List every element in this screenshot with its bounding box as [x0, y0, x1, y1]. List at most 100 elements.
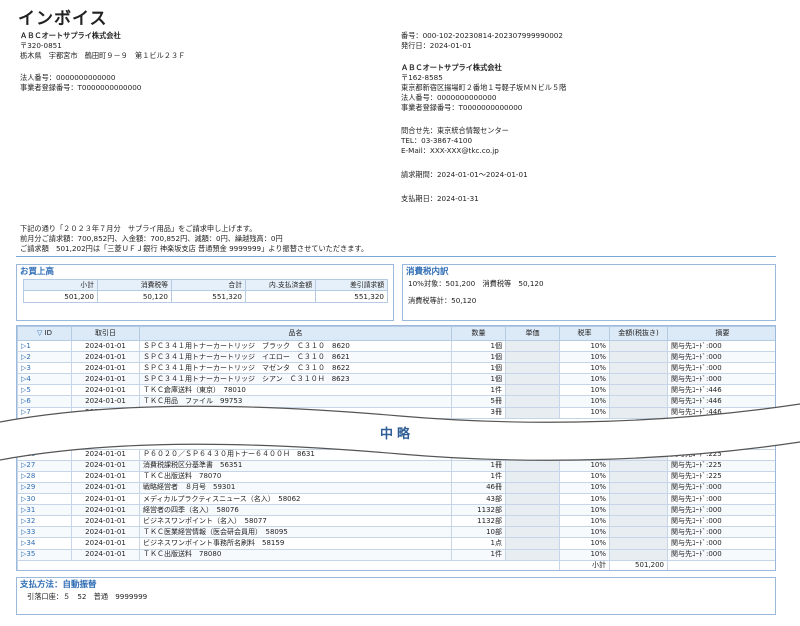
row-name: ＴＫＣ医業経営情報（医会研会員用） 58095	[139, 526, 452, 539]
issuer-email: E-Mail：XXX-XXX@tkc.co.jp	[401, 146, 499, 155]
invoice-number: 番号：000-102-20230814-202307999990002	[401, 31, 563, 40]
issuer-reg-no: 事業者登録番号：T0000000000000	[401, 103, 523, 112]
row-rate: 10%	[559, 537, 610, 550]
row-price	[505, 351, 560, 364]
row-id[interactable]: ▷34	[17, 537, 72, 550]
page-title: インボイス	[18, 9, 108, 29]
row-name: ＳＰＣ３４１用トナーカートリッジ マゼンタ Ｃ３１０ 8622	[139, 362, 452, 375]
row-date: 2024-01-01	[71, 339, 140, 353]
table-row[interactable]: ▷4 2024-01-01 ＳＰＣ３４１用トナーカートリッジ シアン Ｃ３１０Ｈ 8…	[17, 373, 775, 386]
row-note: 関与先ｺｰﾄﾞ:000	[667, 526, 775, 539]
table-row[interactable]: ▷34 2024-01-01 ビジネスワンポイント事務所名刷料 58159 1点 10%…	[17, 537, 775, 550]
row-id[interactable]: ▷35	[17, 548, 72, 561]
row-rate: 10%	[559, 373, 610, 386]
row-id[interactable]: ▷3	[17, 362, 72, 375]
row-amount	[609, 362, 668, 375]
row-price	[505, 548, 560, 561]
table-row[interactable]: ▷35 2024-01-01 ＴＫＣ出版送料 78080 1件 10% 関与先ｺｰﾄﾞ:0…	[17, 548, 775, 561]
row-rate: 10%	[559, 515, 610, 528]
row-qty: 10部	[451, 526, 506, 539]
table-row[interactable]: ▷2 2024-01-01 ＳＰＣ３４１用トナーカートリッジ イエロー Ｃ３１０ 8…	[17, 351, 775, 364]
row-rate: 10%	[559, 548, 610, 561]
row-id[interactable]: ▷5	[17, 384, 72, 397]
col-name[interactable]: 品名	[139, 326, 452, 341]
col-note[interactable]: 摘要	[667, 326, 775, 341]
row-price	[505, 481, 560, 495]
row-date: 2024-01-01	[71, 481, 140, 495]
sort-triangle-icon: ▽	[36, 328, 43, 337]
row-name: 経営者の四季（名入） 58076	[139, 504, 452, 517]
row-rate: 10%	[559, 351, 610, 364]
table-row[interactable]: ▷1 2024-01-01 ＳＰＣ３４１用トナーカートリッジ ブラック Ｃ３１０ 8…	[17, 339, 775, 353]
buyer-company: ＡＢＣオートサプライ株式会社	[20, 31, 121, 40]
subtotal-value: 501,200	[609, 559, 668, 570]
row-id[interactable]: ▷28	[17, 470, 72, 483]
row-id[interactable]: ▷30	[17, 493, 72, 506]
row-id[interactable]: ▷33	[17, 526, 72, 539]
purchase-summary-panel: お買上高 小計 消費税等 合計 内.支払済金額 差引請求額 501,200 50…	[16, 264, 394, 321]
row-rate: 10%	[559, 504, 610, 517]
col-price[interactable]: 単価	[505, 326, 560, 341]
table-row[interactable]: ▷29 2024-01-01 戦略経営者 ８月号 59301 46冊 10% 関与先ｺｰﾄ…	[17, 481, 775, 495]
row-price	[505, 339, 560, 353]
col-rate[interactable]: 税率	[559, 326, 610, 341]
row-qty: 1点	[451, 537, 506, 550]
row-id[interactable]: ▷1	[17, 339, 72, 353]
row-qty: 1件	[451, 548, 506, 561]
issue-date: 発行日：2024-01-01	[401, 41, 472, 50]
row-price	[505, 526, 560, 539]
row-date: 2024-01-01	[71, 373, 140, 386]
row-date: 2024-01-01	[71, 526, 140, 539]
row-name: ＴＫＣ出版送料 78080	[139, 548, 452, 561]
row-date: 2024-01-01	[71, 493, 140, 506]
table-row[interactable]: ▷28 2024-01-01 ＴＫＣ出版送料 78070 1件 10% 関与先ｺｰﾄﾞ:2…	[17, 470, 775, 483]
row-amount	[609, 339, 668, 353]
row-id[interactable]: ▷4	[17, 373, 72, 386]
row-name: ＴＫＣ出版送料 78070	[139, 470, 452, 483]
table-row[interactable]: ▷31 2024-01-01 経営者の四季（名入） 58076 1132部 10% 関与先…	[17, 504, 775, 517]
notice-line-2: 前月分ご請求額：700,852円、入金額：700,852円、減額：0円、繰越残高…	[20, 234, 283, 243]
col-date[interactable]: 取引日	[71, 326, 140, 341]
col-amount[interactable]: 金額(税抜き)	[609, 326, 668, 341]
row-amount	[609, 351, 668, 364]
table-row[interactable]: ▷32 2024-01-01 ビジネスワンポイント（名入） 58077 1132部 10…	[17, 515, 775, 528]
row-rate: 10%	[559, 481, 610, 495]
row-rate: 10%	[559, 362, 610, 375]
purchase-subtotal: 501,200	[23, 290, 98, 304]
row-note: 関与先ｺｰﾄﾞ:000	[667, 351, 775, 364]
row-name: ＳＰＣ３４１用トナーカートリッジ シアン Ｃ３１０Ｈ 8623	[139, 373, 452, 386]
buyer-corp-no: 法人番号：0000000000000	[20, 73, 116, 82]
table-row[interactable]: ▷30 2024-01-01 メディカルプラクティスニュース（名入） 58062 43…	[17, 493, 775, 506]
tax-line-1: 10%対象：501,200 消費税等 50,120	[408, 279, 544, 289]
buyer-block: ＡＢＣオートサプライ株式会社 〒320-0851 栃木県 宇都宮市 鶴田町９－９…	[20, 31, 380, 93]
buyer-reg-no: 事業者登録番号：T0000000000000	[20, 83, 142, 92]
payment-due: 支払期日：2024-01-31	[401, 194, 479, 203]
row-id[interactable]: ▷31	[17, 504, 72, 517]
table-row[interactable]: ▷5 2024-01-01 ＴＫＣ倉庫送料（東京） 78010 1件 10% 関与先ｺｰﾄ…	[17, 384, 775, 397]
row-note: 関与先ｺｰﾄﾞ:000	[667, 362, 775, 375]
purchase-total: 551,320	[171, 290, 246, 304]
row-price	[505, 515, 560, 528]
table-row[interactable]: ▷33 2024-01-01 ＴＫＣ医業経営情報（医会研会員用） 58095 10部 1…	[17, 526, 775, 539]
row-price	[505, 504, 560, 517]
issuer-address: 東京都新宿区揚場町２番地１号軽子坂ＭＮビル５階	[401, 83, 567, 92]
row-note: 関与先ｺｰﾄﾞ:000	[667, 537, 775, 550]
col-id[interactable]: ▽ ID	[17, 326, 72, 341]
row-id[interactable]: ▷2	[17, 351, 72, 364]
issuer-tel: TEL：03-3867-4100	[401, 136, 473, 145]
row-note: 関与先ｺｰﾄﾞ:000	[667, 548, 775, 561]
row-name: ＴＫＣ倉庫送料（東京） 78010	[139, 384, 452, 397]
row-name: ビジネスワンポイント事務所名刷料 58159	[139, 537, 452, 550]
row-name: ＳＰＣ３４１用トナーカートリッジ イエロー Ｃ３１０ 8621	[139, 351, 452, 364]
row-id[interactable]: ▷32	[17, 515, 72, 528]
row-id[interactable]: ▷29	[17, 481, 72, 495]
purchase-header-tax: 消費税等	[97, 279, 172, 292]
table-row[interactable]: ▷3 2024-01-01 ＳＰＣ３４１用トナーカートリッジ マゼンタ Ｃ３１０ 8…	[17, 362, 775, 375]
row-name: ＳＰＣ３４１用トナーカートリッジ ブラック Ｃ３１０ 8620	[139, 339, 452, 353]
row-date: 2024-01-01	[71, 537, 140, 550]
row-amount	[609, 504, 668, 517]
row-amount	[609, 526, 668, 539]
col-qty[interactable]: 数量	[451, 326, 506, 341]
issuer-company: ＡＢＣオートサプライ株式会社	[401, 63, 502, 72]
row-note: 関与先ｺｰﾄﾞ:446	[667, 384, 775, 397]
